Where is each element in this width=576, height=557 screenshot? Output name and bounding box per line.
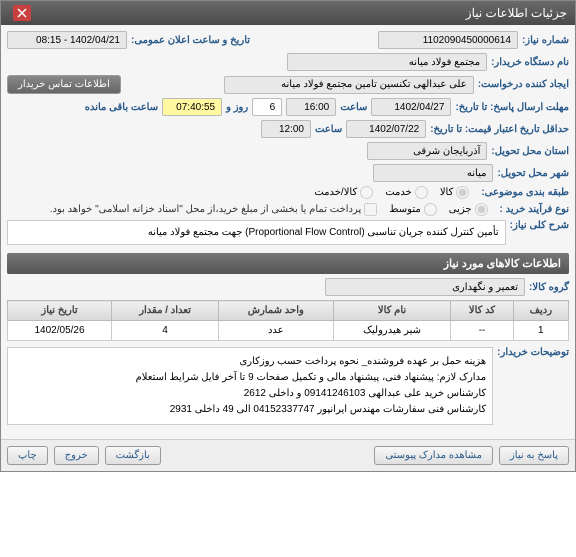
- th-date: تاریخ نیاز: [8, 301, 112, 321]
- days-word: روز و: [226, 102, 248, 113]
- desc-label: شرح کلی نیاز:: [510, 220, 569, 231]
- time-label-2: ساعت: [315, 124, 342, 135]
- td-unit: عدد: [219, 321, 334, 341]
- group-label: گروه کالا:: [529, 282, 569, 293]
- items-table: ردیف کد کالا نام کالا واحد شمارش تعداد /…: [7, 300, 569, 341]
- form-content: شماره نیاز: 1102090450000614 تاریخ و ساع…: [1, 25, 575, 439]
- notes-line: کارشناس فنی سفارشات مهندس ایرانپور 04152…: [14, 402, 486, 418]
- announce-field: 1402/04/21 - 08:15: [7, 31, 127, 49]
- deadline-date-field: 1402/04/27: [371, 98, 451, 116]
- requester-field: علی عبدالهی تکنسین تامین مجتمع فولاد میا…: [224, 76, 474, 94]
- description-box: تأمین کنترل کننده جریان تناسبی (Proporti…: [7, 220, 506, 245]
- radio-service[interactable]: خدمت: [385, 186, 428, 199]
- th-qty: تعداد / مقدار: [112, 301, 219, 321]
- buyer-org-field: مجتمع فولاد میانه: [287, 53, 487, 71]
- window: جزئیات اطلاعات نیاز شماره نیاز: 11020904…: [0, 0, 576, 472]
- category-label: طبقه بندی موضوعی:: [481, 187, 569, 198]
- table-row[interactable]: 1 -- شیر هیدرولیک عدد 4 1402/05/26: [8, 321, 569, 341]
- footer-buttons: پاسخ به نیاز مشاهده مدارک پیوستی بازگشت …: [1, 439, 575, 471]
- td-date: 1402/05/26: [8, 321, 112, 341]
- td-row: 1: [513, 321, 568, 341]
- city-label: شهر محل تحویل:: [497, 168, 569, 179]
- checkbox-treasury[interactable]: پرداخت تمام یا بخشی از مبلغ خرید،از محل …: [50, 203, 378, 216]
- buyer-notes-label: توضیحات خریدار:: [497, 347, 569, 358]
- validity-time-field: 12:00: [261, 120, 311, 138]
- requester-label: ایجاد کننده درخواست:: [478, 79, 569, 90]
- notes-line: کارشناس خرید علی عبدالهی 09141246103 و د…: [14, 386, 486, 402]
- deadline-label: مهلت ارسال پاسخ: تا تاریخ:: [455, 102, 569, 113]
- validity-date-field: 1402/07/22: [346, 120, 426, 138]
- attachments-button[interactable]: مشاهده مدارک پیوستی: [374, 446, 493, 465]
- th-name: نام کالا: [333, 301, 451, 321]
- notes-line: هزینه حمل بر عهده فروشنده_ نحوه پرداخت ح…: [14, 354, 486, 370]
- td-code: --: [451, 321, 513, 341]
- time-label-1: ساعت: [340, 102, 367, 113]
- need-no-field: 1102090450000614: [378, 31, 518, 49]
- announce-label: تاریخ و ساعت اعلان عمومی:: [131, 35, 250, 46]
- notes-line: مدارک لازم: پیشنهاد فنی، پیشنهاد مالی و …: [14, 370, 486, 386]
- group-field: تعمیر و نگهداری: [325, 278, 525, 296]
- province-field: آذربایجان شرقی: [367, 142, 487, 160]
- contact-buyer-button[interactable]: اطلاعات تماس خریدار: [7, 75, 121, 94]
- buyer-notes-box: هزینه حمل بر عهده فروشنده_ نحوه پرداخت ح…: [7, 347, 493, 425]
- radio-medium[interactable]: متوسط: [389, 203, 436, 216]
- th-code: کد کالا: [451, 301, 513, 321]
- remain-time-field: 07:40:55: [162, 98, 222, 116]
- validity-label: حداقل تاریخ اعتبار قیمت: تا تاریخ:: [430, 124, 569, 135]
- radio-both[interactable]: کالا/خدمت: [314, 186, 373, 199]
- td-qty: 4: [112, 321, 219, 341]
- print-button[interactable]: چاپ: [7, 446, 48, 465]
- td-name: شیر هیدرولیک: [333, 321, 451, 341]
- exit-button[interactable]: خروج: [54, 446, 99, 465]
- th-unit: واحد شمارش: [219, 301, 334, 321]
- province-label: استان محل تحویل:: [491, 146, 569, 157]
- titlebar: جزئیات اطلاعات نیاز: [1, 1, 575, 25]
- back-button[interactable]: بازگشت: [105, 446, 161, 465]
- remain-word: ساعت باقی مانده: [85, 102, 158, 113]
- window-title: جزئیات اطلاعات نیاز: [466, 6, 567, 20]
- items-section-header: اطلاعات کالاهای مورد نیاز: [7, 253, 569, 274]
- deadline-time-field: 16:00: [286, 98, 336, 116]
- radio-goods[interactable]: کالا: [440, 186, 470, 199]
- reply-button[interactable]: پاسخ به نیاز: [499, 446, 569, 465]
- days-field: 6: [252, 98, 282, 116]
- city-field: میانه: [373, 164, 493, 182]
- buyer-org-label: نام دستگاه خریدار:: [491, 57, 569, 68]
- radio-partial[interactable]: جزیی: [449, 203, 488, 216]
- th-row: ردیف: [513, 301, 568, 321]
- purchase-type-label: نوع فرآیند خرید :: [500, 204, 569, 215]
- need-no-label: شماره نیاز:: [522, 35, 569, 46]
- close-icon[interactable]: [13, 5, 31, 21]
